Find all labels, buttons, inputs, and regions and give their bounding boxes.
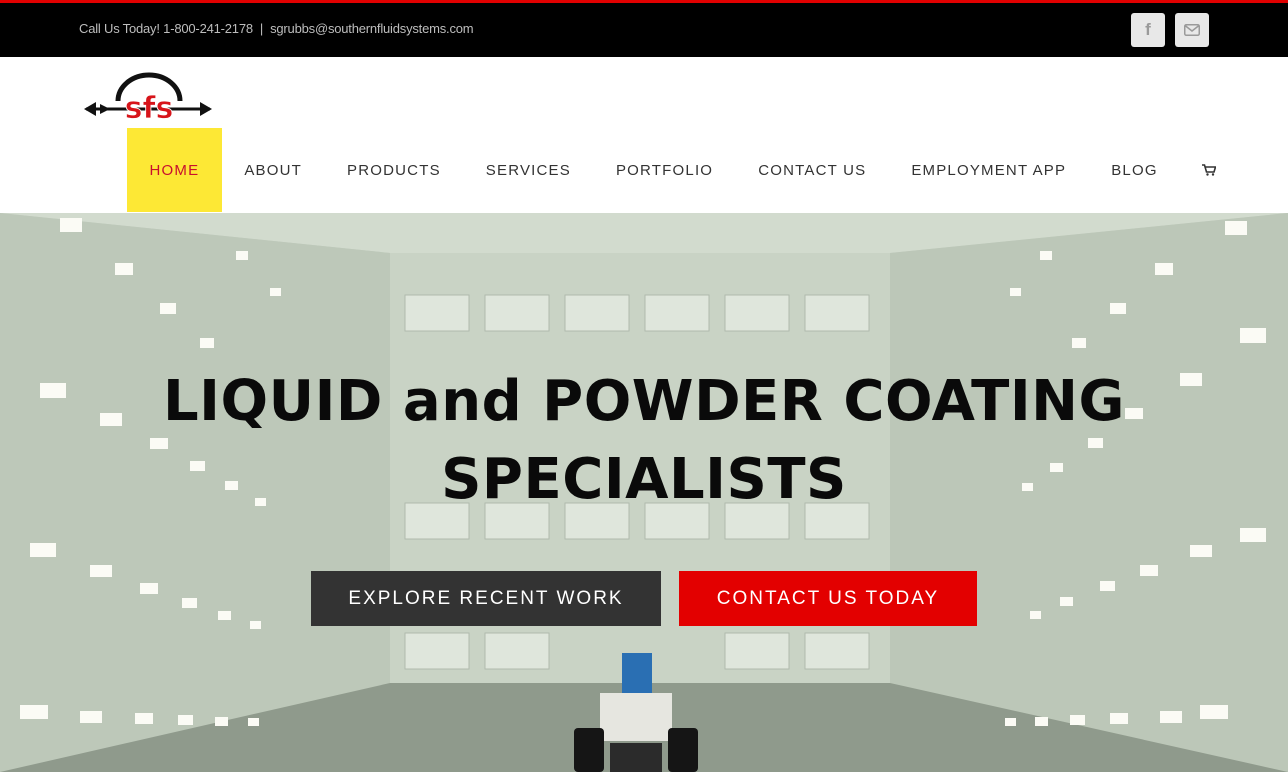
nav-item-portfolio[interactable]: PORTFOLIO	[593, 128, 735, 212]
email-button[interactable]	[1175, 13, 1209, 47]
top-bar: Call Us Today! 1-800-241-2178 | sgrubbs@so…	[0, 0, 1288, 57]
envelope-icon	[1184, 24, 1200, 36]
email-link[interactable]: sgrubbs@southernfluidsystems.com	[270, 21, 474, 36]
site-logo[interactable]: sfs	[84, 71, 214, 126]
contact-us-today-button[interactable]: CONTACT US TODAY	[679, 571, 977, 626]
hero-section: LIQUID and POWDER COATING SPECIALISTS EX…	[0, 213, 1288, 772]
headline-line-1: LIQUID and POWDER COATING	[163, 369, 1125, 434]
contact-info: Call Us Today! 1-800-241-2178 | sgrubbs@so…	[79, 21, 474, 36]
nav-item-employment-app[interactable]: EMPLOYMENT APP	[889, 128, 1089, 212]
nav-item-blog[interactable]: BLOG	[1089, 128, 1180, 212]
explore-recent-work-button[interactable]: EXPLORE RECENT WORK	[311, 571, 661, 626]
nav-item-home[interactable]: HOME	[127, 128, 222, 212]
headline-line-2: SPECIALISTS	[441, 447, 847, 512]
main-nav: HOME ABOUT PRODUCTS SERVICES PORTFOLIO C…	[127, 128, 1238, 212]
facebook-button[interactable]: f	[1131, 13, 1165, 47]
nav-item-contact-us[interactable]: CONTACT US	[736, 128, 889, 212]
site-header: sfs HOME ABOUT PRODUCTS SERVICES PORTFOL…	[0, 57, 1288, 213]
cart-icon	[1202, 164, 1217, 176]
hero-headline: LIQUID and POWDER COATING SPECIALISTS	[0, 363, 1288, 519]
nav-item-products[interactable]: PRODUCTS	[325, 128, 464, 212]
nav-item-services[interactable]: SERVICES	[463, 128, 593, 212]
separator: |	[259, 21, 264, 36]
logo-text: sfs	[125, 91, 174, 125]
facebook-icon: f	[1145, 20, 1151, 39]
nav-item-about[interactable]: ABOUT	[222, 128, 325, 212]
sfs-logo: sfs	[84, 72, 212, 126]
phone-text: Call Us Today! 1-800-241-2178	[79, 21, 253, 36]
cart-button[interactable]	[1180, 128, 1238, 212]
